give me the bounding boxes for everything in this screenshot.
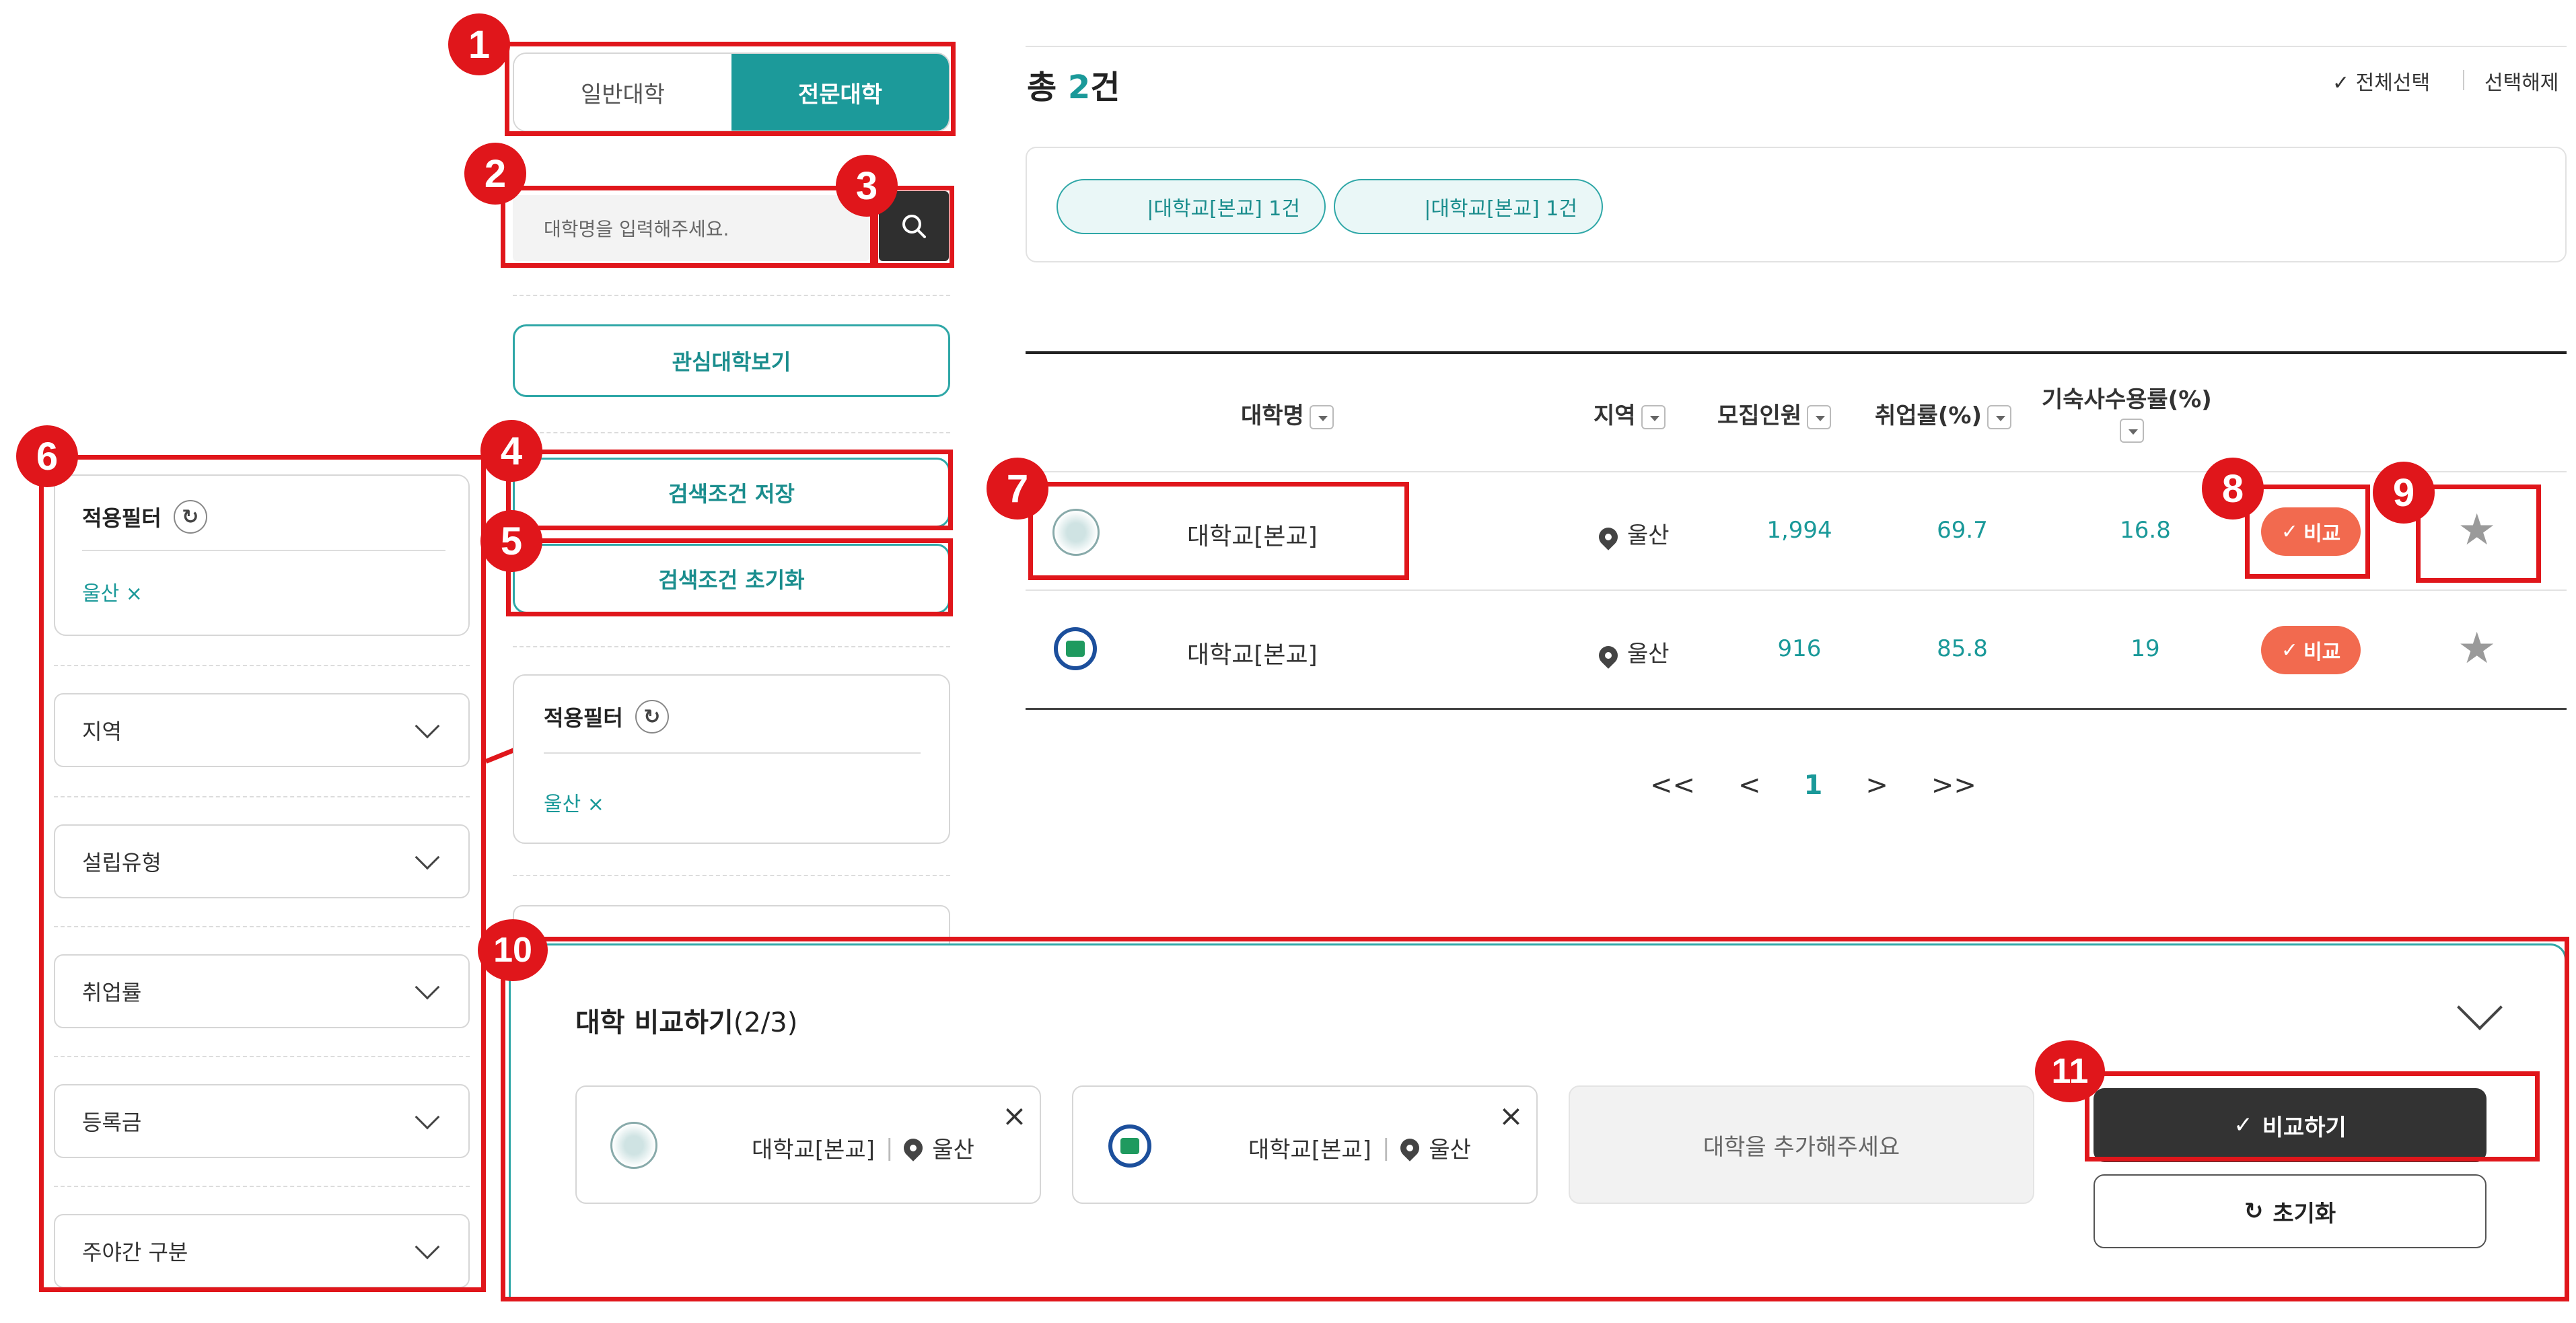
compare-label: 비교 <box>2303 641 2341 664</box>
annotation-box-9 <box>2416 485 2541 583</box>
annotation-box-6 <box>39 455 486 1292</box>
annotation-box-5 <box>506 538 953 616</box>
interest-universities-button[interactable]: 관심대학보기 <box>513 324 950 397</box>
prev-page-button[interactable]: < <box>1738 770 1761 801</box>
university-name[interactable]: 대학교[본교] <box>1187 635 1318 670</box>
annotation-badge-9: 9 <box>2373 462 2435 524</box>
divider <box>513 875 950 876</box>
annotation-badge-10: 10 <box>478 919 548 981</box>
employment-cell: 85.8 <box>1937 635 1988 662</box>
annotation-box-7 <box>1028 482 1409 580</box>
annotation-badge-8: 8 <box>2202 458 2264 520</box>
annotation-badge-1: 1 <box>448 13 510 75</box>
last-page-button[interactable]: >> <box>1931 770 1976 801</box>
header-name[interactable]: 대학명 <box>1241 397 1334 430</box>
divider <box>513 646 950 647</box>
header-region-text: 지역 <box>1594 402 1636 429</box>
dorm-cell: 16.8 <box>2120 517 2171 544</box>
refresh-icon[interactable]: ↻ <box>635 700 669 734</box>
check-icon: ✓ <box>2281 638 2298 662</box>
header-dorm-text: 기숙사수용률(%) <box>2042 386 2212 413</box>
sort-dropdown-icon[interactable] <box>1641 404 1666 429</box>
divider <box>544 752 921 754</box>
annotation-badge-11: 11 <box>2035 1040 2105 1102</box>
region-cell: 울산 <box>1595 517 1670 550</box>
total-suffix: 건 <box>1090 69 1120 106</box>
annotation-badge-6: 6 <box>16 425 78 487</box>
select-all-button[interactable]: ✓ 전체선택 <box>2332 66 2430 96</box>
divider <box>513 432 950 433</box>
applied-filter-chip[interactable]: 울산 × <box>544 787 604 817</box>
top-divider <box>1026 46 2567 47</box>
result-total: 총 2건 <box>1027 61 1120 108</box>
annotation-badge-4: 4 <box>480 420 542 482</box>
sort-dropdown-icon[interactable] <box>1807 404 1832 429</box>
region-text: 울산 <box>1627 641 1670 668</box>
region-text: 울산 <box>1627 522 1670 549</box>
annotation-box-11 <box>2085 1071 2540 1161</box>
total-prefix: 총 <box>1027 69 1068 106</box>
header-employment-text: 취업률(%) <box>1875 402 1982 429</box>
header-name-text: 대학명 <box>1241 402 1304 429</box>
annotation-box-1 <box>505 42 956 136</box>
annotation-box-8 <box>2245 485 2370 579</box>
sort-dropdown-icon[interactable] <box>1987 404 2011 429</box>
table-bottom-border <box>1026 708 2567 710</box>
annotation-box-4 <box>506 450 953 530</box>
applied-filter-box: 적용필터 ↻ 울산 × <box>513 674 950 844</box>
header-dorm: 기숙사수용률(%) <box>2042 381 2212 414</box>
annotation-badge-7: 7 <box>987 458 1048 520</box>
page-number-current[interactable]: 1 <box>1804 770 1823 801</box>
region-cell: 울산 <box>1595 635 1670 669</box>
sort-dropdown-icon[interactable] <box>1309 404 1334 429</box>
deselect-button[interactable]: 선택해제 <box>2484 66 2559 96</box>
applied-filter-title: 적용필터 ↻ <box>544 700 669 734</box>
next-page-button[interactable]: > <box>1865 770 1888 801</box>
employment-cell: 69.7 <box>1937 517 1988 544</box>
header-dorm-sort[interactable] <box>2114 419 2144 443</box>
sort-dropdown-icon[interactable] <box>2120 419 2144 443</box>
location-pin-icon <box>1595 641 1622 669</box>
table-top-border <box>1026 351 2567 354</box>
header-employment[interactable]: 취업률(%) <box>1875 397 2011 430</box>
annotation-badge-3: 3 <box>836 155 898 217</box>
location-pin-icon <box>1595 523 1622 550</box>
annotation-badge-5: 5 <box>480 510 542 572</box>
annotation-badge-2: 2 <box>464 143 526 205</box>
total-count: 2 <box>1067 69 1091 106</box>
header-recruit-text: 모집인원 <box>1717 402 1802 429</box>
selected-university-chip[interactable]: |대학교[본교] 1건 <box>1057 179 1326 234</box>
university-logo <box>1054 627 1097 670</box>
first-page-button[interactable]: << <box>1650 770 1695 801</box>
annotation-box-2 <box>501 186 875 268</box>
star-icon[interactable]: ★ <box>2458 627 2496 670</box>
header-recruit[interactable]: 모집인원 <box>1717 397 1832 430</box>
divider <box>513 295 950 296</box>
applied-filter-title-text: 적용필터 <box>544 705 623 731</box>
header-region[interactable]: 지역 <box>1594 397 1666 430</box>
compare-button[interactable]: ✓ 비교 <box>2261 626 2361 674</box>
pagination: << < 1 > >> <box>1650 770 1976 801</box>
selected-chips-area: |대학교[본교] 1건 |대학교[본교] 1건 <box>1026 147 2567 262</box>
divider <box>2463 70 2464 90</box>
dorm-cell: 19 <box>2131 635 2160 662</box>
table-row: 대학교[본교] 울산 916 85.8 19 ✓ 비교 ★ <box>1026 591 2567 708</box>
selected-university-chip[interactable]: |대학교[본교] 1건 <box>1334 179 1603 234</box>
